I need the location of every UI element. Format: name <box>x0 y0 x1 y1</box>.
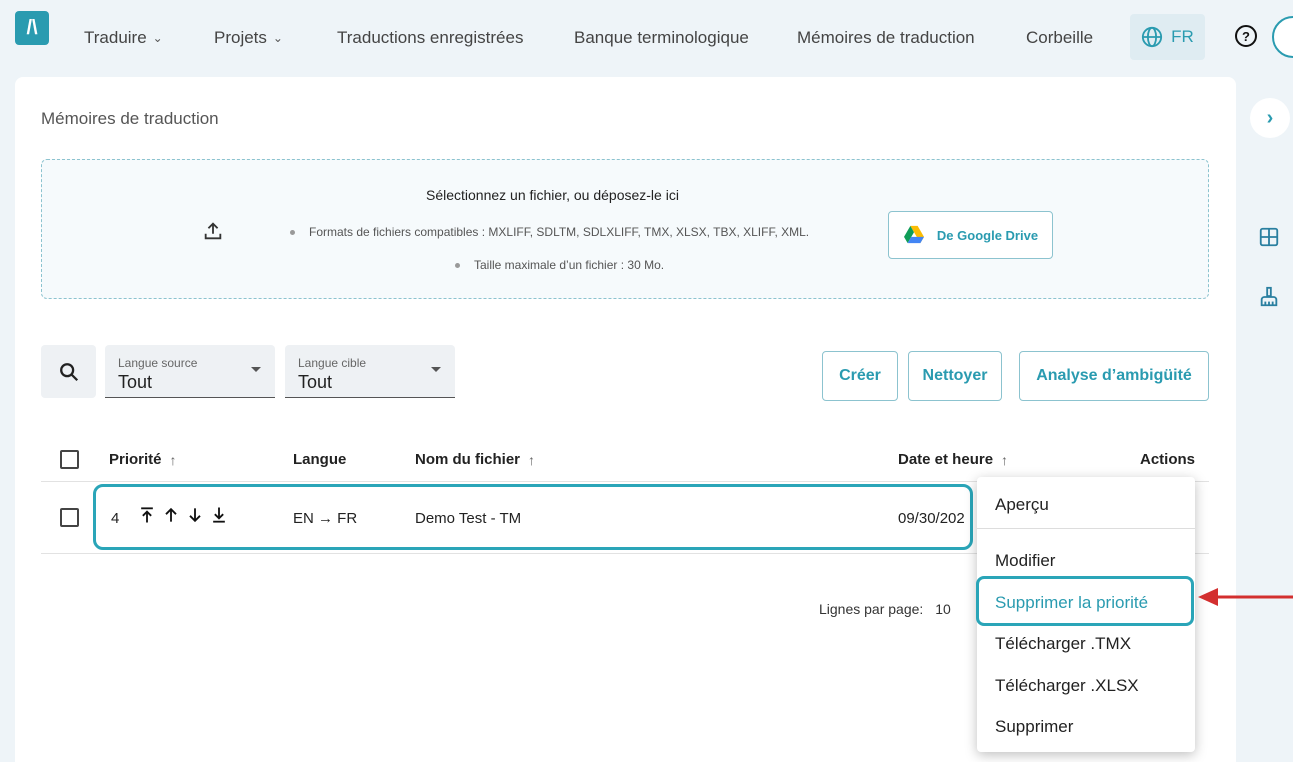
source-language-select[interactable]: Langue source Tout <box>105 345 275 398</box>
nav-term-bank[interactable]: Banque terminologique <box>574 28 749 48</box>
target-language-label: Langue cible <box>298 356 367 370</box>
nav-projets-label: Projets <box>214 28 267 47</box>
page-title: Mémoires de traduction <box>41 109 219 128</box>
google-drive-button[interactable]: De Google Drive <box>888 211 1053 259</box>
header-filename[interactable]: Nom du fichier ↑ <box>415 451 535 468</box>
menu-item-delete[interactable]: Supprimer <box>995 717 1073 737</box>
language-label: FR <box>1171 27 1194 46</box>
nav-traduire-label: Traduire <box>84 28 147 47</box>
sidebar-toggle-button[interactable]: › <box>1250 98 1290 138</box>
language-button[interactable]: FR <box>1130 14 1205 60</box>
header-language-label: Langue <box>293 451 347 468</box>
dropzone-max-size: Taille maximale d’un fichier : 30 Mo. <box>455 258 664 272</box>
menu-item-download-tmx[interactable]: Télécharger .TMX <box>995 634 1131 654</box>
menu-highlight-annotation <box>976 576 1194 626</box>
caret-down-icon <box>251 367 261 372</box>
header-language: Langue <box>293 451 346 468</box>
clean-button[interactable]: Nettoyer <box>908 351 1002 401</box>
nav-traduire[interactable]: Traduire ⌄ <box>84 28 163 48</box>
bullet-icon <box>455 263 460 269</box>
header-priority-label: Priorité <box>109 451 162 468</box>
header-datetime[interactable]: Date et heure ↑ <box>898 451 1008 468</box>
menu-item-edit[interactable]: Modifier <box>995 551 1055 571</box>
search-button[interactable] <box>41 345 96 398</box>
rows-per-page-label: Lignes par page: <box>819 601 924 617</box>
rows-per-page-value[interactable]: 10 <box>935 601 951 617</box>
menu-divider <box>977 528 1195 529</box>
create-button[interactable]: Créer <box>822 351 898 401</box>
row-checkbox[interactable] <box>60 508 79 527</box>
dropzone-formats-text: Formats de fichiers compatibles : MXLIFF… <box>309 225 810 239</box>
file-dropzone[interactable]: Sélectionnez un fichier, ou déposez-le i… <box>41 159 1209 299</box>
nav-projets[interactable]: Projets ⌄ <box>214 28 283 48</box>
dropzone-formats: Formats de fichiers compatibles : MXLIFF… <box>290 225 809 239</box>
nav-translation-memories[interactable]: Mémoires de traduction <box>797 28 975 48</box>
header-actions: Actions <box>1140 451 1195 468</box>
upload-icon <box>204 222 222 240</box>
app-logo[interactable]: /\ <box>15 11 49 45</box>
sort-arrow-icon: ↑ <box>528 451 536 468</box>
ambiguity-analysis-button[interactable]: Analyse d’ambigüité <box>1019 351 1209 401</box>
nav-saved-translations-label: Traductions enregistrées <box>337 28 524 47</box>
header-datetime-label: Date et heure <box>898 451 994 468</box>
top-navigation: /\ Traduire ⌄ Projets ⌄ Traductions enre… <box>0 0 1293 76</box>
nav-trash[interactable]: Corbeille <box>1026 28 1093 48</box>
nav-translation-memories-label: Mémoires de traduction <box>797 28 975 47</box>
help-icon[interactable]: ? <box>1235 25 1257 47</box>
caret-down-icon <box>431 367 441 372</box>
pagination: Lignes par page: 10 <box>819 601 951 617</box>
dropzone-max-size-text: Taille maximale d’un fichier : 30 Mo. <box>474 258 665 272</box>
target-language-select[interactable]: Langue cible Tout <box>285 345 455 398</box>
chevron-down-icon: ⌄ <box>152 31 163 45</box>
source-language-value: Tout <box>118 372 153 392</box>
target-language-value: Tout <box>298 372 333 392</box>
avatar[interactable] <box>1272 16 1293 58</box>
header-priority[interactable]: Priorité ↑ <box>109 451 177 468</box>
add-grid-icon[interactable] <box>1258 226 1280 248</box>
source-language-label: Langue source <box>118 356 198 370</box>
nav-saved-translations[interactable]: Traductions enregistrées <box>337 28 523 48</box>
bullet-icon <box>290 230 295 236</box>
dropzone-title: Sélectionnez un fichier, ou déposez-le i… <box>426 187 679 203</box>
cleaning-brush-icon[interactable] <box>1258 286 1280 308</box>
search-icon <box>59 362 78 381</box>
nav-trash-label: Corbeille <box>1026 28 1094 47</box>
google-drive-icon <box>903 225 924 244</box>
header-actions-label: Actions <box>1140 451 1196 468</box>
chevron-right-icon: › <box>1266 106 1274 129</box>
red-arrow-annotation <box>1198 588 1293 606</box>
header-filename-label: Nom du fichier <box>415 451 521 468</box>
google-drive-label: De Google Drive <box>936 227 1039 243</box>
row-highlight-annotation <box>93 484 973 550</box>
table-header: Priorité ↑ Langue Nom du fichier ↑ Date … <box>41 437 1209 482</box>
select-all-checkbox[interactable] <box>60 450 79 469</box>
sort-arrow-icon: ↑ <box>169 451 177 468</box>
sort-arrow-icon: ↑ <box>1001 451 1009 468</box>
nav-term-bank-label: Banque terminologique <box>574 28 749 47</box>
globe-icon <box>1142 26 1163 48</box>
menu-item-preview[interactable]: Aperçu <box>995 495 1049 515</box>
menu-item-download-xlsx[interactable]: Télécharger .XLSX <box>995 676 1139 696</box>
chevron-down-icon: ⌄ <box>272 31 283 45</box>
